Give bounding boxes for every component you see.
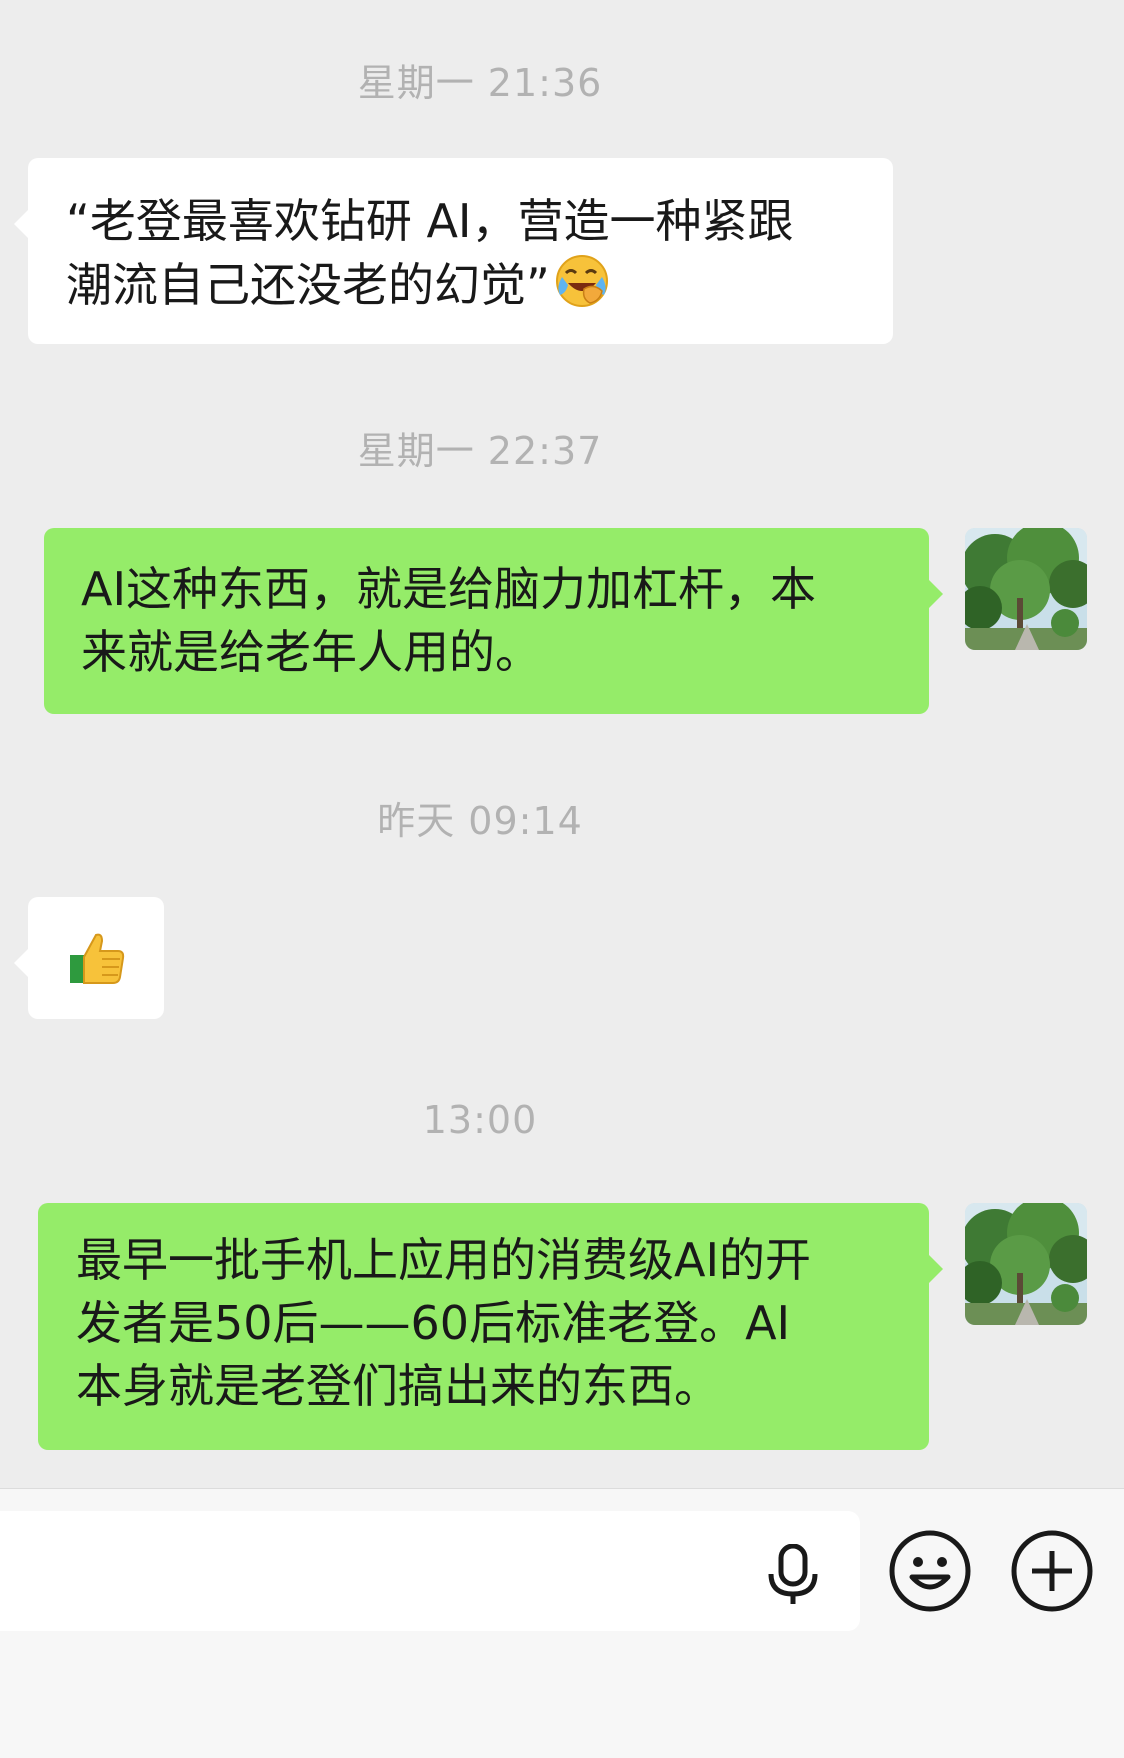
message-text-line: 发者是50后——60后标准老登。AI	[76, 1296, 791, 1350]
sent-message-bubble[interactable]: 最早一批手机上应用的消费级AI的开 发者是50后——60后标准老登。AI 本身就…	[38, 1203, 943, 1450]
timestamp: 昨天 09:14	[377, 799, 583, 843]
microphone-icon[interactable]	[765, 1544, 821, 1606]
laughing-crying-emoji-icon	[555, 255, 608, 307]
user-avatar[interactable]	[965, 528, 1087, 650]
timestamp: 星期一 21:36	[357, 61, 603, 105]
sent-message-bubble[interactable]: AI这种东西，就是给脑力加杠杆，本 来就是给老年人用的。	[44, 528, 943, 714]
user-avatar[interactable]	[965, 1203, 1087, 1325]
message-input[interactable]	[0, 1511, 860, 1631]
timestamp: 星期一 22:37	[357, 429, 603, 473]
thumbs-up-emoji-icon	[70, 933, 125, 984]
plus-icon[interactable]	[1010, 1529, 1094, 1613]
chat-area[interactable]: 星期一 21:36 “老登最喜欢钻研 AI，营造一种紧跟 潮流自己还没老的幻觉”…	[0, 0, 1124, 1488]
message-text-line: “老登最喜欢钻研 AI，营造一种紧跟	[66, 194, 794, 248]
message-text-line: 本身就是老登们搞出来的东西。	[76, 1359, 720, 1413]
input-bar	[0, 1488, 1124, 1758]
tree-photo-avatar-image	[965, 528, 1087, 650]
received-message-bubble[interactable]	[14, 897, 164, 1019]
tree-photo-avatar-image	[965, 1203, 1087, 1325]
emoji-icon[interactable]	[888, 1529, 972, 1613]
message-text-line: AI这种东西，就是给脑力加杠杆，本	[81, 562, 817, 616]
message-text-line: 来就是给老年人用的。	[81, 625, 541, 679]
received-message-bubble[interactable]: “老登最喜欢钻研 AI，营造一种紧跟 潮流自己还没老的幻觉”	[14, 158, 893, 344]
message-text-line: 最早一批手机上应用的消费级AI的开	[76, 1233, 812, 1287]
timestamp: 13:00	[422, 1098, 538, 1142]
message-text-line-with-emoji: 潮流自己还没老的幻觉”	[66, 253, 893, 317]
